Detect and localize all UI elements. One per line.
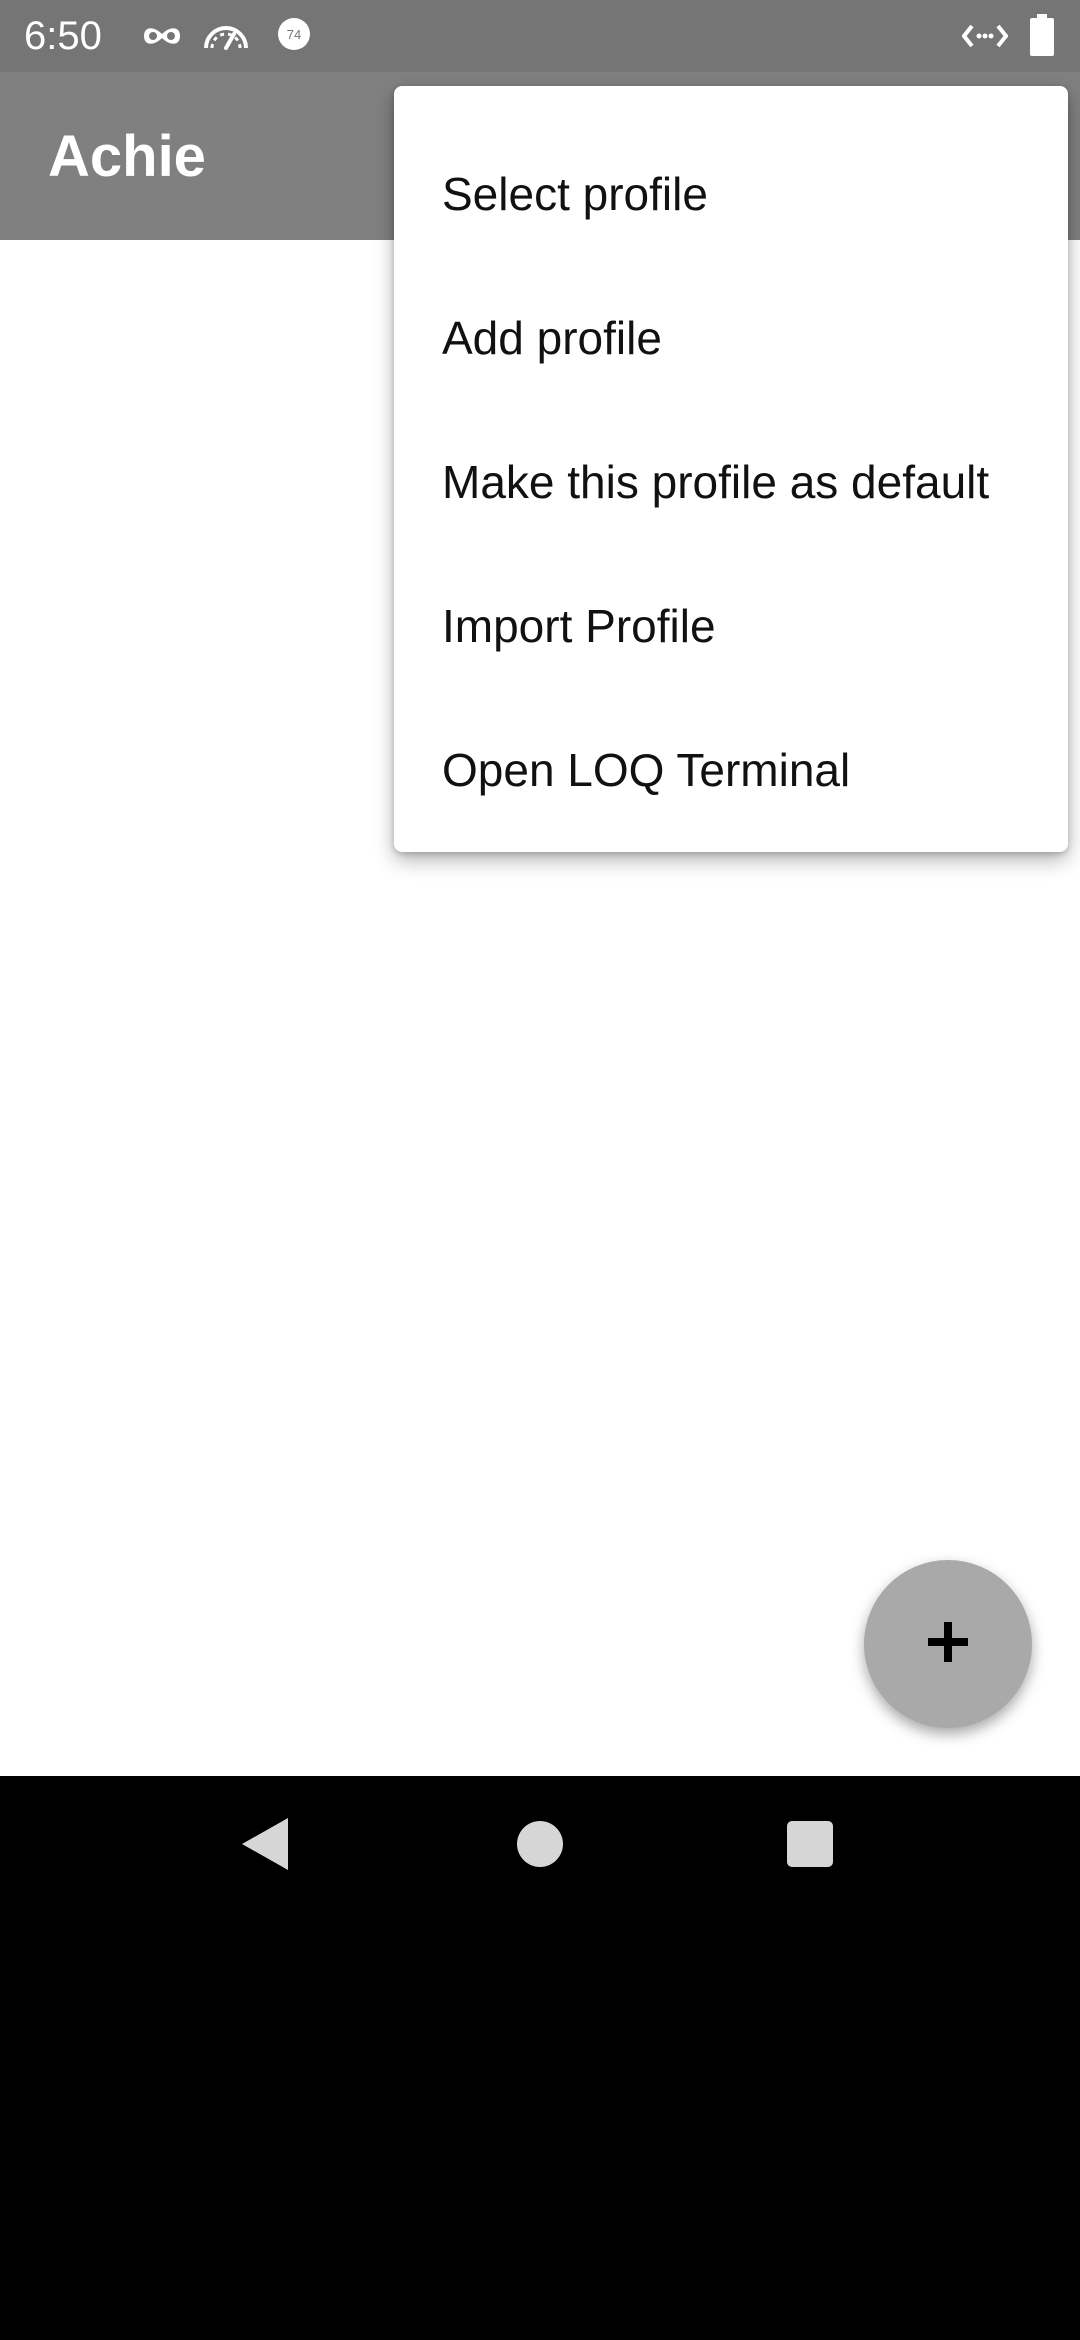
battery-icon <box>1030 14 1054 61</box>
incognito-icon <box>140 16 184 61</box>
speedometer-icon <box>202 16 250 61</box>
menu-item-make-default[interactable]: Make this profile as default <box>394 410 1068 554</box>
overflow-menu: Select profile Add profile Make this pro… <box>394 86 1068 852</box>
navigation-bar <box>0 1776 1080 1920</box>
menu-item-select-profile[interactable]: Select profile <box>394 122 1068 266</box>
menu-item-add-profile[interactable]: Add profile <box>394 266 1068 410</box>
add-fab-button[interactable] <box>864 1560 1032 1728</box>
status-bar: 6:50 74 <box>0 0 1080 72</box>
recents-icon[interactable] <box>786 1820 834 1873</box>
back-icon[interactable] <box>240 1816 290 1877</box>
code-arrows-icon <box>961 16 1009 61</box>
app-title: Achie <box>48 124 206 189</box>
menu-item-open-loq-terminal[interactable]: Open LOQ Terminal <box>394 698 1068 842</box>
badge-74-icon: 74 <box>276 16 312 57</box>
menu-item-import-profile[interactable]: Import Profile <box>394 554 1068 698</box>
plus-icon <box>926 1620 970 1669</box>
screen: 6:50 74 Achie Select profile Add profile… <box>0 0 1080 2340</box>
status-time: 6:50 <box>24 14 102 58</box>
badge-number: 74 <box>287 27 301 42</box>
home-icon[interactable] <box>516 1820 564 1873</box>
